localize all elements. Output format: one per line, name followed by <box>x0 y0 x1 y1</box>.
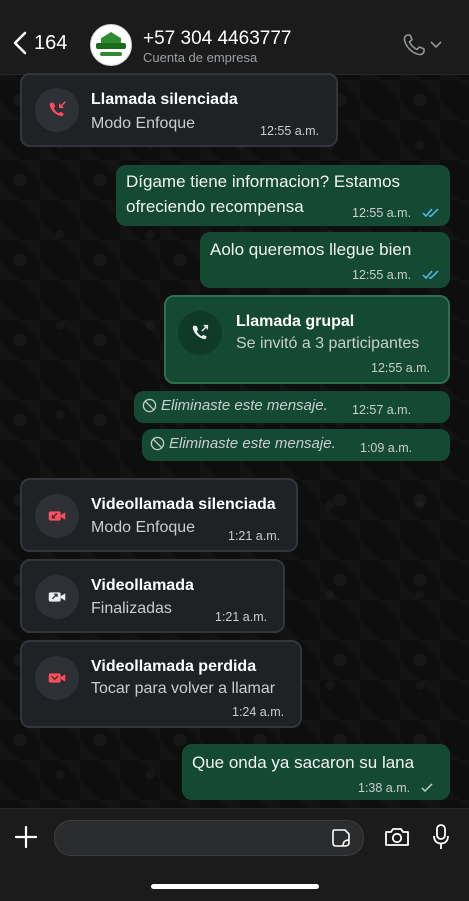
deleted-text: Eliminaste este mensaje. <box>150 435 336 452</box>
message-line: Aolo queremos llegue bien <box>210 240 412 259</box>
message-line: Que onda ya sacaron su lana <box>192 753 415 772</box>
microphone-icon[interactable] <box>431 823 451 851</box>
video-call-bubble[interactable]: Videollamada Finalizadas 1:21 a.m. <box>20 559 285 633</box>
message-line: ofreciendo recompensa <box>126 197 304 216</box>
call-title: Videollamada silenciada <box>91 496 276 513</box>
blocked-icon <box>142 398 157 413</box>
call-bubble-group[interactable]: Llamada grupal Se invitó a 3 participant… <box>164 295 450 384</box>
contact-subtitle: Cuenta de empresa <box>143 50 258 65</box>
video-icon <box>35 494 79 538</box>
call-subtitle: Finalizadas <box>91 600 172 617</box>
message-time: 12:57 a.m. <box>352 403 412 417</box>
unread-count: 164 <box>34 31 68 54</box>
chevron-left-icon <box>13 31 27 55</box>
deleted-text: Eliminaste este mensaje. <box>142 397 328 414</box>
message-time: 12:55 a.m. <box>260 124 320 138</box>
outgoing-message[interactable]: Dígame tiene informacion? Estamos ofreci… <box>116 165 450 226</box>
logo-band-small <box>100 52 122 56</box>
message-time: 1:21 a.m. <box>228 529 281 543</box>
call-subtitle: Modo Enfoque <box>91 519 196 536</box>
video-icon <box>35 656 79 700</box>
call-subtitle: Tocar para volver a llamar <box>91 680 276 697</box>
call-bubble-silenced[interactable]: Llamada silenciada Modo Enfoque 12:55 a.… <box>20 73 338 147</box>
avatar[interactable] <box>90 24 132 66</box>
message-time: 12:55 a.m. <box>352 268 412 282</box>
video-icon <box>35 575 79 619</box>
message-time: 1:21 a.m. <box>215 610 268 624</box>
message-time: 1:09 a.m. <box>360 441 413 455</box>
deleted-message[interactable]: Eliminaste este mensaje. 1:09 a.m. <box>142 429 450 461</box>
logo-band <box>96 43 126 49</box>
message-line: Dígame tiene informacion? Estamos <box>126 172 401 191</box>
back-button[interactable]: 164 <box>12 30 67 56</box>
outgoing-message[interactable]: Que onda ya sacaron su lana 1:38 a.m. <box>182 744 450 800</box>
call-title: Llamada grupal <box>236 313 355 330</box>
camera-icon[interactable] <box>383 825 411 849</box>
missed-call-icon <box>35 88 79 132</box>
phone-icon <box>403 34 425 56</box>
call-subtitle: Modo Enfoque <box>91 115 196 132</box>
home-indicator <box>151 884 319 889</box>
video-call-bubble-silenced[interactable]: Videollamada silenciada Modo Enfoque 1:2… <box>20 478 298 552</box>
message-time: 1:24 a.m. <box>232 705 285 719</box>
message-time: 12:55 a.m. <box>371 361 431 375</box>
plus-icon[interactable] <box>14 825 38 849</box>
message-time: 1:38 a.m. <box>358 781 411 795</box>
call-button[interactable] <box>402 33 442 57</box>
chat-header: 164 +57 304 4463777 Cuenta de empresa <box>0 0 469 75</box>
video-call-bubble-missed[interactable]: Videollamada perdida Tocar para volver a… <box>20 640 302 728</box>
call-title: Llamada silenciada <box>91 91 238 108</box>
message-time: 12:55 a.m. <box>352 206 412 220</box>
call-subtitle: Se invitó a 3 participantes <box>236 335 420 352</box>
outgoing-message[interactable]: Aolo queremos llegue bien 12:55 a.m. <box>200 232 450 288</box>
deleted-label: Eliminaste este mensaje. <box>161 397 328 414</box>
sticker-icon[interactable] <box>330 827 352 849</box>
outgoing-call-icon <box>178 311 222 355</box>
read-ticks-icon <box>422 208 439 218</box>
chevron-down-icon <box>430 41 442 49</box>
deleted-message[interactable]: Eliminaste este mensaje. 12:57 a.m. <box>134 391 450 423</box>
call-title: Videollamada perdida <box>91 658 257 675</box>
blocked-icon <box>150 436 165 451</box>
message-input[interactable] <box>54 820 364 856</box>
contact-name[interactable]: +57 304 4463777 <box>143 28 291 50</box>
call-title: Videollamada <box>91 577 194 594</box>
deleted-label: Eliminaste este mensaje. <box>169 435 336 452</box>
read-ticks-icon <box>422 270 439 280</box>
delivered-tick-icon <box>421 783 433 793</box>
